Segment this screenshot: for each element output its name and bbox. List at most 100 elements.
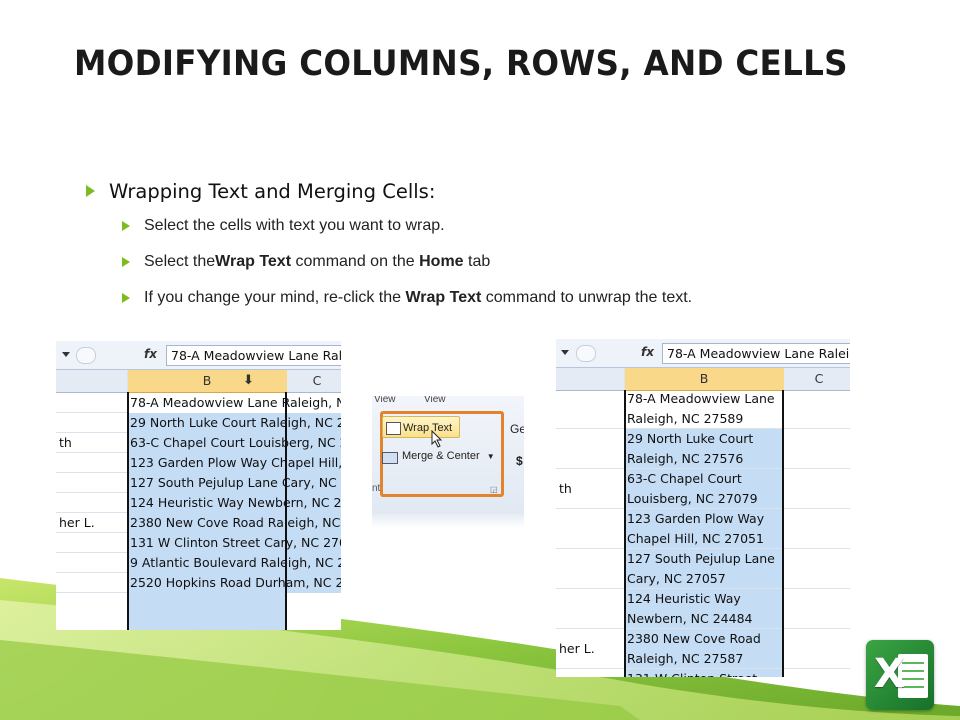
sub-bullet-3-prefix: If you change your mind, re-click the — [144, 289, 406, 306]
row-fragment: her L. — [59, 515, 95, 530]
formula-bar-expand-icon[interactable] — [576, 345, 596, 362]
selection-border-left — [624, 390, 626, 677]
address-line-1: 78-A Meadowview Lane — [627, 391, 775, 406]
sub-bullet-2: Select the Wrap Text command on the Home… — [122, 250, 936, 274]
row-fragment: her L. — [559, 641, 595, 656]
chevron-down-icon[interactable] — [62, 352, 70, 357]
sub-bullet-3: If you change your mind, re-click the Wr… — [122, 286, 936, 310]
row-fragment — [556, 549, 624, 589]
row-fragment — [556, 669, 624, 677]
fx-icon[interactable]: fx — [144, 347, 157, 361]
column-header-b[interactable]: B ⬇ — [127, 370, 287, 393]
chevron-down-icon[interactable]: ▼ — [487, 452, 495, 461]
row-fragment — [56, 453, 127, 473]
address-cell[interactable]: 2380 New Cove Road Raleigh, NC 27587 — [127, 513, 341, 533]
bullet-arrow-icon — [86, 185, 95, 197]
formula-bar: fx 78-A Meadowview Lane Raleigh, NC 2758… — [556, 339, 850, 368]
wrapped-address-cell[interactable]: 131 W Clinton Street — [624, 669, 782, 677]
ribbon-tab-view-2[interactable]: View — [424, 396, 446, 405]
wrapped-address-cell[interactable]: 127 South Pejulup Lane Cary, NC 27057 — [624, 549, 782, 589]
down-arrow-cursor-icon: ⬇ — [243, 373, 254, 388]
address-line-1: 63-C Chapel Court — [627, 471, 742, 486]
address-line-1: 123 Garden Plow Way — [627, 511, 765, 526]
wrapped-address-cell[interactable]: 2380 New Cove Road Raleigh, NC 27587 — [624, 629, 782, 669]
address-cell[interactable]: 124 Heuristic Way Newbern, NC 24484 — [127, 493, 341, 513]
address-line-2: Raleigh, NC 27587 — [627, 651, 744, 666]
address-line-1: 29 North Luke Court — [627, 431, 754, 446]
sub-bullet-1: Select the cells with text you want to w… — [122, 214, 936, 238]
address-line-2: Raleigh, NC 27576 — [627, 451, 744, 466]
row-fragment: th — [59, 435, 72, 450]
sub-bullet-2-bold2: Home — [419, 253, 464, 270]
address-line-1: 2380 New Cove Road — [627, 631, 761, 646]
merge-center-button[interactable]: Merge & Center ▼ — [382, 450, 495, 464]
dialog-launcher-icon[interactable]: ◲ — [490, 485, 498, 494]
ribbon-zoom: View View Wrap Text Merge & Center ▼ nt … — [372, 396, 524, 528]
address-line-1: 127 South Pejulup Lane — [627, 551, 775, 566]
column-header-a — [56, 370, 127, 393]
wrapped-address-cell[interactable]: 124 Heuristic Way Newbern, NC 24484 — [624, 589, 782, 629]
left-spreadsheet-screenshot: fx 78-A Meadowview Lane Raleigh, NC 2758… — [56, 341, 341, 630]
column-header-a — [556, 368, 624, 391]
row-fragment: th — [559, 481, 572, 496]
ribbon-tab-view[interactable]: View — [374, 396, 396, 405]
formula-bar: fx 78-A Meadowview Lane Raleigh, NC 2758… — [56, 341, 341, 370]
chevron-down-icon[interactable] — [561, 350, 569, 355]
column-header-c[interactable]: C — [287, 370, 341, 393]
row-fragment — [556, 589, 624, 629]
address-line-1: 131 W Clinton Street — [627, 669, 782, 677]
column-header-c[interactable]: C — [784, 368, 850, 391]
formula-input[interactable]: 78-A Meadowview Lane Raleigh, NC 27589 — [166, 345, 341, 366]
slide: MODIFYING COLUMNS, ROWS, AND CELLS Wrapp… — [0, 0, 960, 720]
mouse-pointer-icon — [431, 430, 443, 448]
address-cell[interactable]: 131 W Clinton Street Cary, NC 27056 — [127, 533, 341, 553]
address-cell[interactable]: 9 Atlantic Boulevard Raleigh, NC 27587 — [127, 553, 341, 573]
address-cell[interactable]: 78-A Meadowview Lane Raleigh, NC 27589 — [127, 393, 341, 413]
row-fragment — [56, 413, 127, 433]
address-line-2: Raleigh, NC 27589 — [627, 411, 744, 426]
right-spreadsheet-screenshot: fx 78-A Meadowview Lane Raleigh, NC 2758… — [556, 339, 850, 677]
address-cell[interactable]: 63-C Chapel Court Louisberg, NC 27079 — [127, 433, 341, 453]
row-fragment — [556, 429, 624, 469]
wrapped-address-cell[interactable]: 78-A Meadowview Lane Raleigh, NC 27589 — [624, 389, 782, 429]
row-fragment — [56, 473, 127, 493]
empty-selected-cell[interactable] — [127, 613, 285, 630]
selection-border-right — [782, 390, 784, 677]
wrap-text-icon — [386, 422, 401, 435]
wrap-text-button[interactable]: Wrap Text — [382, 416, 460, 438]
ribbon-fragment-1: Ge — [510, 422, 524, 436]
address-line-2: Chapel Hill, NC 27051 — [627, 531, 764, 546]
column-header-b[interactable]: B — [624, 368, 784, 391]
row-fragment — [56, 553, 127, 573]
group-label: nt — [372, 483, 381, 494]
address-cell[interactable]: 29 North Luke Court Raleigh, NC 27576 — [127, 413, 341, 433]
bullet-list: Wrapping Text and Merging Cells: Select … — [86, 178, 936, 310]
formula-input[interactable]: 78-A Meadowview Lane Raleigh, NC 27589 — [662, 343, 850, 364]
merge-center-icon — [382, 452, 398, 464]
sub-bullet-2-suffix: tab — [463, 253, 491, 270]
excel-logo: X — [866, 640, 934, 710]
address-cell[interactable]: 123 Garden Plow Way Chapel Hill, NC 2705… — [127, 453, 341, 473]
row-fragment — [56, 533, 127, 553]
row-fragment — [56, 573, 127, 593]
sub-bullet-3-bold1: Wrap Text — [405, 289, 482, 306]
wrapped-address-cell[interactable]: 123 Garden Plow Way Chapel Hill, NC 27051 — [624, 509, 782, 549]
column-b-label: B — [202, 373, 212, 388]
sub-bullet-1-text: Select the cells with text you want to w… — [144, 217, 445, 234]
wrapped-address-cell[interactable]: 29 North Luke Court Raleigh, NC 27576 — [624, 429, 782, 469]
selection-border-right — [285, 392, 287, 630]
fx-icon[interactable]: fx — [641, 345, 654, 359]
bullet-arrow-icon — [122, 221, 130, 231]
sub-bullet-2-bold1: Wrap Text — [215, 253, 292, 270]
wrapped-address-cell[interactable]: 63-C Chapel Court Louisberg, NC 27079 — [624, 469, 782, 509]
formula-bar-expand-icon[interactable] — [76, 347, 96, 364]
slide-title: MODIFYING COLUMNS, ROWS, AND CELLS — [74, 44, 848, 84]
address-line-2: Newbern, NC 24484 — [627, 611, 753, 626]
bullet-arrow-icon — [122, 293, 130, 303]
empty-selected-cell[interactable] — [127, 593, 285, 613]
address-cell[interactable]: 127 South Pejulup Lane Cary, NC 27057 — [127, 473, 341, 493]
sub-bullet-2-prefix: Select the — [144, 253, 216, 270]
wrap-text-label: Wrap Text — [403, 422, 453, 434]
excel-x-letter: X — [874, 651, 905, 697]
address-cell[interactable]: 2520 Hopkins Road Durham, NC 27013 — [127, 573, 341, 593]
